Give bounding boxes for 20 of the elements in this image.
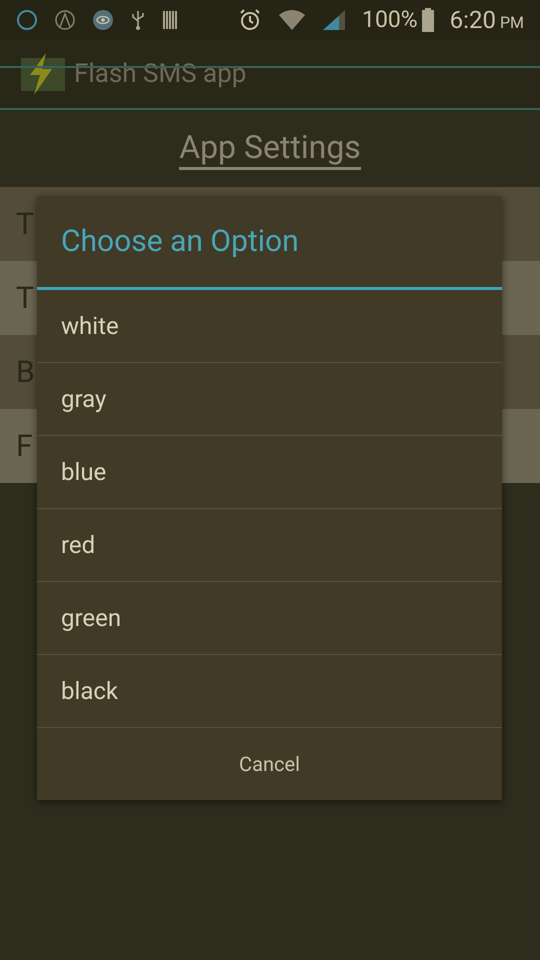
clock-time: 6:20 — [450, 5, 496, 36]
alarm-icon — [238, 8, 262, 32]
battery-icon — [422, 8, 434, 32]
option-item[interactable]: gray — [37, 363, 502, 436]
signal-icon — [322, 9, 346, 31]
a-logo-icon — [54, 9, 76, 31]
usb-icon — [130, 9, 146, 31]
cancel-button[interactable]: Cancel — [37, 728, 502, 800]
barcode-icon — [162, 10, 178, 30]
lightning-envelope-icon — [20, 53, 66, 95]
option-item[interactable]: white — [37, 290, 502, 363]
option-item[interactable]: blue — [37, 436, 502, 509]
battery-percent: 100% — [362, 4, 418, 35]
clock-ampm: PM — [500, 12, 524, 34]
page-title: App Settings — [179, 127, 361, 170]
option-item[interactable]: green — [37, 582, 502, 655]
eye-icon — [92, 9, 114, 31]
option-item[interactable]: red — [37, 509, 502, 582]
dialog-title: Choose an Option — [61, 223, 299, 261]
wifi-icon — [278, 9, 306, 31]
